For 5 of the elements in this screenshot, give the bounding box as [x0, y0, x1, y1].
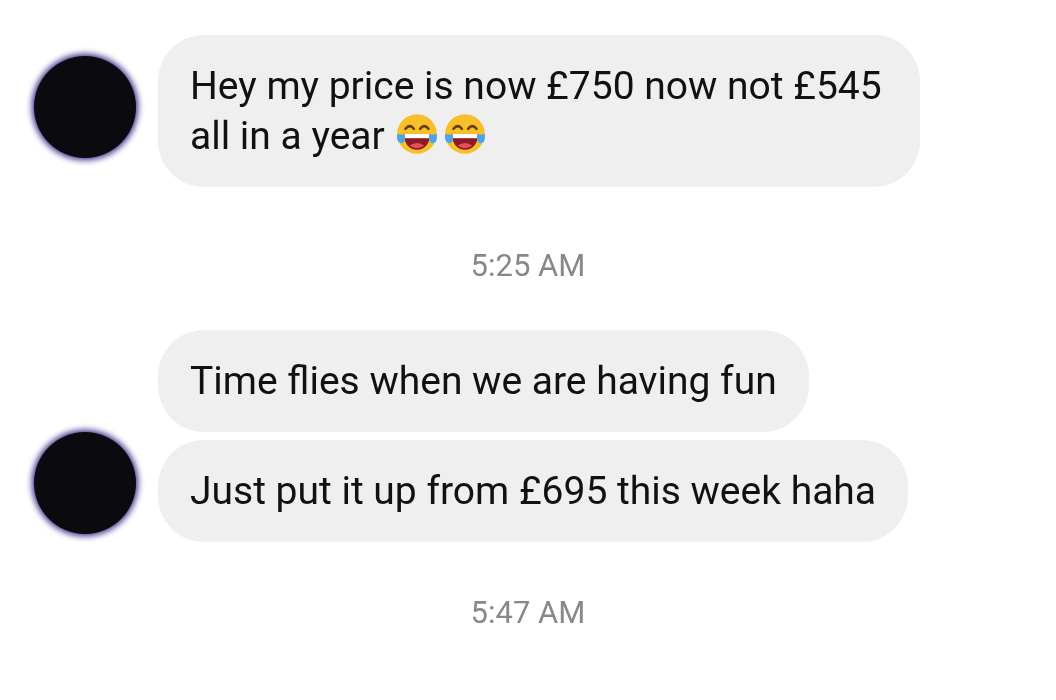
message-bubble: Hey my price is now £750 now not £545 all in a year	[158, 35, 920, 187]
timestamp: 5:47 AM	[469, 593, 587, 631]
timestamp: 5:25 AM	[469, 246, 587, 286]
message-bubble: Just put it up from £695 this week haha	[158, 440, 909, 542]
message-bubble: Time flies when we are having fun	[158, 330, 809, 432]
